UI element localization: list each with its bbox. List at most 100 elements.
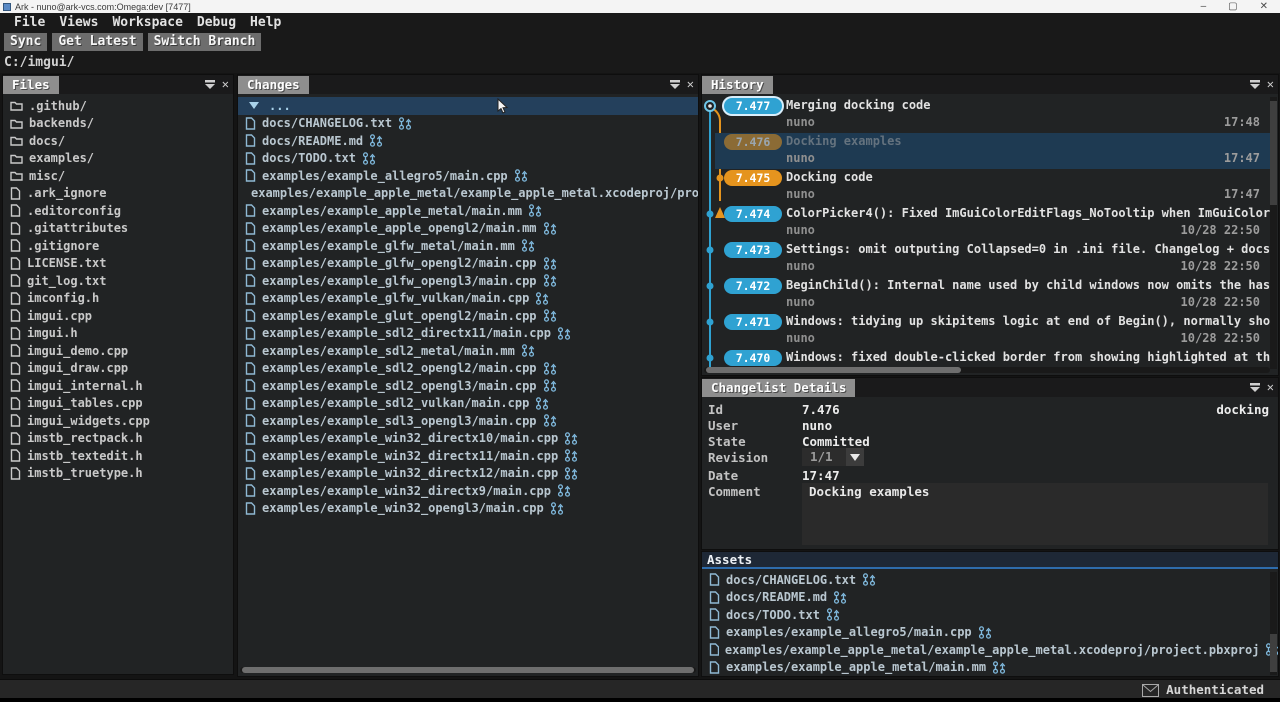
sync-button[interactable]: Sync <box>4 33 47 51</box>
history-entry[interactable]: 7.472 BeginChild(): Internal name used b… <box>702 277 1272 313</box>
changed-file-row[interactable]: examples/example_apple_metal/example_app… <box>238 185 698 203</box>
file-tree-row-imgui-draw-cpp[interactable]: imgui_draw.cpp <box>3 360 233 378</box>
changed-file-row[interactable]: examples/example_sdl2_opengl3/main.cpp <box>238 377 698 395</box>
history-entry[interactable]: 7.475 Docking code nuno 17:47 <box>702 169 1272 205</box>
changed-file-row[interactable]: examples/example_apple_opengl2/main.mm <box>238 220 698 238</box>
file-tree-row-gitignore[interactable]: .gitignore <box>3 237 233 255</box>
changes-root-row[interactable]: ... <box>238 97 698 115</box>
changed-file-row[interactable]: examples/example_apple_metal/main.mm <box>238 202 698 220</box>
file-tree-row-imgui-widgets-cpp[interactable]: imgui_widgets.cpp <box>3 412 233 430</box>
tab-changelist-details[interactable]: Changelist Details <box>702 379 855 397</box>
file-tree-row-gitattributes[interactable]: .gitattributes <box>3 220 233 238</box>
file-tree-row-imstb-textedit-h[interactable]: imstb_textedit.h <box>3 447 233 465</box>
changed-file-row[interactable]: examples/example_glfw_metal/main.mm <box>238 237 698 255</box>
scrollbar-handle[interactable] <box>242 667 694 673</box>
close-icon[interactable]: ✕ <box>222 77 229 91</box>
collapse-icon[interactable] <box>204 79 216 90</box>
menu-item-file[interactable]: File <box>7 15 52 30</box>
changed-file-row[interactable]: docs/README.md <box>238 132 698 150</box>
file-tree-row-backends[interactable]: backends/ <box>3 115 233 133</box>
history-panel: History ✕ 7.477 Merging docking code nun… <box>701 74 1279 376</box>
file-tree-row-editorconfig[interactable]: .editorconfig <box>3 202 233 220</box>
minimize-button[interactable]: – <box>1201 1 1207 12</box>
asset-file-row[interactable]: examples/example_apple_metal/main.mm <box>702 659 1278 677</box>
get-latest-button[interactable]: Get Latest <box>52 33 142 51</box>
asset-file-row[interactable]: examples/example_apple_metal/example_app… <box>702 641 1278 659</box>
changed-file-row[interactable]: examples/example_sdl3_opengl3/main.cpp <box>238 412 698 430</box>
file-tree-row-imgui-cpp[interactable]: imgui.cpp <box>3 307 233 325</box>
close-icon[interactable]: ✕ <box>687 77 694 91</box>
changed-file-row[interactable]: docs/CHANGELOG.txt <box>238 115 698 133</box>
changed-file-row[interactable]: examples/example_win32_directx11/main.cp… <box>238 447 698 465</box>
file-tree-row-git-log-txt[interactable]: git_log.txt <box>3 272 233 290</box>
changes-horizontal-scrollbar[interactable] <box>240 667 696 673</box>
menu-item-help[interactable]: Help <box>243 15 288 30</box>
history-entry[interactable]: 7.476 Docking examples nuno 17:47 <box>715 133 1272 169</box>
comment-field[interactable]: Docking examples <box>802 483 1268 545</box>
file-tree-row-docs[interactable]: docs/ <box>3 132 233 150</box>
scrollbar-handle[interactable] <box>706 367 961 373</box>
file-tree-row-imconfig-h[interactable]: imconfig.h <box>3 290 233 308</box>
changed-file-row[interactable]: examples/example_glfw_opengl2/main.cpp <box>238 255 698 273</box>
changed-file-row[interactable]: examples/example_glfw_vulkan/main.cpp <box>238 290 698 308</box>
asset-file-row[interactable]: docs/CHANGELOG.txt <box>702 571 1278 589</box>
file-tree-row-imgui-demo-cpp[interactable]: imgui_demo.cpp <box>3 342 233 360</box>
file-tree-row-github[interactable]: .github/ <box>3 97 233 115</box>
close-icon[interactable]: ✕ <box>1267 380 1274 394</box>
changed-file-row[interactable]: examples/example_allegro5/main.cpp <box>238 167 698 185</box>
history-horizontal-scrollbar[interactable] <box>704 367 1270 373</box>
file-tree-row-imgui-tables-cpp[interactable]: imgui_tables.cpp <box>3 395 233 413</box>
collapse-icon[interactable] <box>669 79 681 90</box>
file-tree-row-examples[interactable]: examples/ <box>3 150 233 168</box>
changed-file-row[interactable]: examples/example_win32_directx9/main.cpp <box>238 482 698 500</box>
file-tree-row-imgui-h[interactable]: imgui.h <box>3 325 233 343</box>
file-icon <box>709 591 720 604</box>
maximize-button[interactable]: ▢ <box>1228 1 1237 12</box>
collapse-icon[interactable] <box>1249 382 1261 393</box>
scrollbar-handle[interactable] <box>1270 101 1277 205</box>
asset-file-row[interactable]: docs/README.md <box>702 589 1278 607</box>
tab-history[interactable]: History <box>702 76 773 94</box>
changed-file-row[interactable]: examples/example_sdl2_vulkan/main.cpp <box>238 395 698 413</box>
changed-file-row[interactable]: examples/example_glfw_opengl3/main.cpp <box>238 272 698 290</box>
changed-file-row[interactable]: examples/example_win32_directx12/main.cp… <box>238 465 698 483</box>
scrollbar-handle[interactable] <box>1270 634 1277 672</box>
tab-changes[interactable]: Changes <box>238 76 309 94</box>
asset-file-row[interactable]: examples/example_allegro5/main.cpp <box>702 624 1278 642</box>
chevron-down-icon[interactable] <box>846 448 864 466</box>
changed-file-row[interactable]: docs/TODO.txt <box>238 150 698 168</box>
assets-vertical-scrollbar[interactable] <box>1270 572 1277 675</box>
collapse-icon[interactable] <box>1249 79 1261 90</box>
history-entry[interactable]: 7.470 Windows: fixed double-clicked bord… <box>702 349 1272 369</box>
file-tree-row-imstb-truetype-h[interactable]: imstb_truetype.h <box>3 465 233 483</box>
file-tree-row-license-txt[interactable]: LICENSE.txt <box>3 255 233 273</box>
changed-file-row[interactable]: examples/example_win32_opengl3/main.cpp <box>238 500 698 518</box>
history-entry[interactable]: 7.473 Settings: omit outputing Collapsed… <box>702 241 1272 277</box>
changed-file-row[interactable]: examples/example_glut_opengl2/main.cpp <box>238 307 698 325</box>
close-icon[interactable]: ✕ <box>1267 77 1274 91</box>
file-icon <box>245 117 256 130</box>
changed-file-row[interactable]: examples/example_win32_directx10/main.cp… <box>238 430 698 448</box>
file-tree-row-imgui-internal-h[interactable]: imgui_internal.h <box>3 377 233 395</box>
file-tree-row-ark-ignore[interactable]: .ark_ignore <box>3 185 233 203</box>
menu-item-views[interactable]: Views <box>52 15 105 30</box>
file-name: .ark_ignore <box>27 186 106 200</box>
history-entry[interactable]: 7.477 Merging docking code nuno 17:48 <box>702 97 1272 133</box>
changed-file-row[interactable]: examples/example_sdl2_opengl2/main.cpp <box>238 360 698 378</box>
menu-item-debug[interactable]: Debug <box>190 15 243 30</box>
close-button[interactable]: ✕ <box>1260 1 1268 12</box>
history-entry[interactable]: 7.474 ColorPicker4(): Fixed ImGuiColorEd… <box>702 205 1272 241</box>
changed-file-row[interactable]: examples/example_sdl2_directx11/main.cpp <box>238 325 698 343</box>
file-tree-row-imstb-rectpack-h[interactable]: imstb_rectpack.h <box>3 430 233 448</box>
changed-file-row[interactable]: examples/example_sdl2_metal/main.mm <box>238 342 698 360</box>
commit-time: 17:47 <box>1224 151 1260 165</box>
menu-item-workspace[interactable]: Workspace <box>105 15 189 30</box>
history-vertical-scrollbar[interactable] <box>1270 97 1277 369</box>
asset-file-row[interactable]: docs/TODO.txt <box>702 606 1278 624</box>
file-tree-row-misc[interactable]: misc/ <box>3 167 233 185</box>
revision-dropdown[interactable]: 1/1 <box>802 448 864 466</box>
tab-files[interactable]: Files <box>3 76 59 94</box>
file-name: imgui.cpp <box>27 309 92 323</box>
switch-branch-button[interactable]: Switch Branch <box>148 33 262 51</box>
history-entry[interactable]: 7.471 Windows: tidying up skipitems logi… <box>702 313 1272 349</box>
